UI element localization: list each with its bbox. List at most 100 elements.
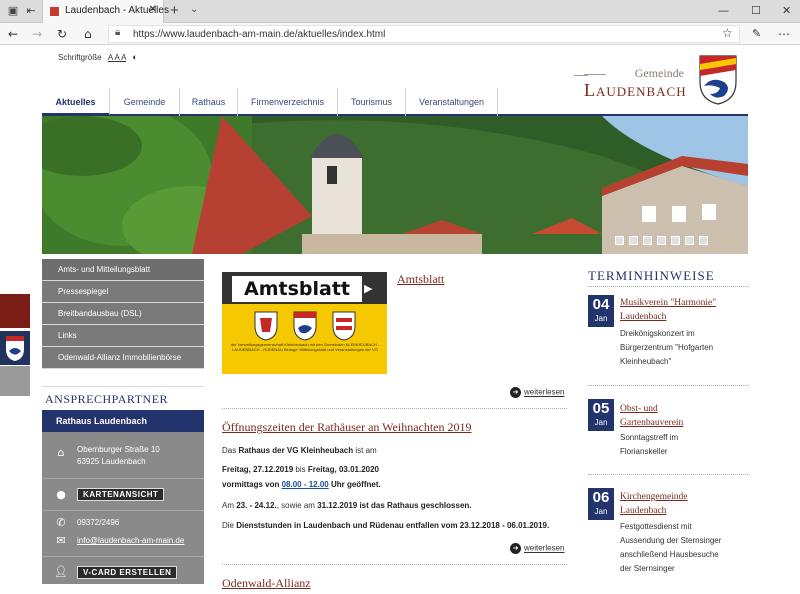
event-day: 06 bbox=[592, 489, 610, 506]
cover-subtitle: der Verwaltungsgemeinschaft Kleinheubach… bbox=[230, 342, 380, 352]
font-size-label: Schriftgröße bbox=[58, 53, 102, 62]
text: Freitag, 03.01.2020 bbox=[307, 465, 379, 474]
lock-icon: 🔒︎ bbox=[115, 27, 121, 38]
divider bbox=[42, 556, 204, 557]
slider-dot[interactable] bbox=[615, 236, 624, 245]
url-text: https://www.laudenbach-am-main.de/aktuel… bbox=[133, 29, 386, 40]
nav-rathaus[interactable]: Rathaus bbox=[180, 88, 238, 116]
location-pin-icon: ● bbox=[56, 488, 66, 501]
event-date: 04 Jan bbox=[588, 295, 614, 327]
phone-icon: ✆ bbox=[56, 516, 66, 529]
tab-list-chevron-icon[interactable]: ⌄ bbox=[190, 4, 198, 15]
minimize-icon[interactable]: — bbox=[718, 2, 729, 20]
cover-crests-icon bbox=[254, 311, 356, 341]
slider-dot[interactable] bbox=[643, 236, 652, 245]
event-title[interactable]: Kirchengemeinde bbox=[620, 490, 688, 504]
amtsblatt-cover-image[interactable]: Amtsblatt ▶ der Verwaltungsgemeinschaft … bbox=[222, 272, 387, 374]
forward-icon[interactable]: → bbox=[32, 26, 42, 42]
article-paragraph: Am 23. - 24.12., sowie am 31.12.2019 ist… bbox=[222, 501, 472, 510]
event-date: 06 Jan bbox=[588, 488, 614, 520]
nav-firmenverzeichnis[interactable]: Firmenverzeichnis bbox=[238, 88, 338, 116]
maximize-icon[interactable]: ☐ bbox=[751, 2, 761, 20]
event-desc: Kleinheubach" bbox=[620, 357, 672, 366]
arrow-right-icon: ➜ bbox=[510, 387, 521, 398]
event-title[interactable]: Musikverein "Harmonie" bbox=[620, 296, 716, 310]
person-icon: 👤︎ bbox=[54, 565, 68, 578]
divider bbox=[42, 478, 204, 479]
web-page: Schriftgröße A A A ◐ Gemeinde Laudenbach… bbox=[0, 46, 800, 594]
sidebar-item-immobilienboerse[interactable]: Odenwald-Allianz Immobilienbörse bbox=[42, 347, 204, 369]
divider bbox=[222, 564, 567, 565]
terminhinweise-heading-text: Terminhinweise bbox=[588, 268, 715, 283]
read-more-link[interactable]: ➜ weiterlesen bbox=[510, 387, 564, 398]
divider bbox=[588, 474, 748, 475]
nav-aktuelles[interactable]: Aktuelles bbox=[42, 88, 110, 116]
event-title[interactable]: Obst- und bbox=[620, 402, 658, 416]
url-field[interactable]: 🔒︎ https://www.laudenbach-am-main.de/akt… bbox=[108, 25, 740, 43]
article-amtsblatt-title[interactable]: Amtsblatt bbox=[397, 272, 444, 287]
set-aside-tabs-icon[interactable]: ⇤ bbox=[24, 4, 38, 18]
nav-gemeinde[interactable]: Gemeinde bbox=[110, 88, 180, 116]
event-title-line2[interactable]: Laudenbach bbox=[620, 310, 666, 324]
close-window-icon[interactable]: ✕ bbox=[782, 2, 791, 20]
contact-heading-text: Ansprechpartner bbox=[45, 392, 169, 406]
hours-link[interactable]: 08.00 - 12.00 bbox=[282, 480, 329, 489]
side-tab-crest[interactable] bbox=[0, 331, 30, 365]
browser-tab[interactable]: Laudenbach - Aktuelles ✕ bbox=[42, 0, 169, 23]
event-desc: Festgottesdienst mit bbox=[620, 522, 692, 531]
vcard-button[interactable]: V-CARD ERSTELLEN bbox=[77, 566, 178, 579]
divider bbox=[588, 385, 748, 386]
text: Die bbox=[222, 521, 237, 530]
article-odenwald-title[interactable]: Odenwald-Allianz bbox=[222, 576, 311, 591]
email-link[interactable]: info@laudenbach-am-main.de bbox=[77, 535, 184, 547]
slider-dot[interactable] bbox=[671, 236, 680, 245]
text: Dienststunden in Laudenbach und Rüdenau … bbox=[236, 521, 550, 530]
read-more-label: weiterlesen bbox=[524, 387, 565, 397]
contact-box: Rathaus Laudenbach ⌂ Obernburger Straße … bbox=[42, 410, 204, 584]
read-more-label: weiterlesen bbox=[524, 543, 565, 553]
cover-arrow-icon: ▶ bbox=[364, 282, 373, 295]
text: Rathaus der VG Kleinheubach bbox=[238, 446, 354, 455]
font-size-options[interactable]: A A A bbox=[108, 53, 126, 62]
nav-veranstaltungen[interactable]: Veranstaltungen bbox=[406, 88, 498, 116]
divider bbox=[42, 510, 204, 511]
side-crest-icon bbox=[6, 336, 24, 361]
home-icon[interactable]: ⌂ bbox=[84, 26, 92, 42]
slider-dot[interactable] bbox=[657, 236, 666, 245]
reading-view-icon[interactable]: ✎ bbox=[752, 26, 761, 42]
event-desc: Dreikönigskonzert im bbox=[620, 329, 695, 338]
event-month: Jan bbox=[594, 418, 608, 427]
event-month: Jan bbox=[594, 314, 608, 323]
read-more-link[interactable]: ➜ weiterlesen bbox=[510, 543, 564, 554]
event-title-line2[interactable]: Laudenbach bbox=[620, 504, 666, 518]
text: 23. - 24.12. bbox=[236, 501, 277, 510]
side-tab-red[interactable] bbox=[0, 294, 30, 328]
map-view-button[interactable]: KARTENANSICHT bbox=[77, 488, 165, 501]
nav-tourismus[interactable]: Tourismus bbox=[338, 88, 406, 116]
event-desc: der Sternsinger bbox=[620, 564, 675, 573]
slider-dot[interactable] bbox=[699, 236, 708, 245]
back-icon[interactable]: ← bbox=[8, 26, 18, 42]
logo-gemeinde-text[interactable]: Gemeinde bbox=[584, 66, 684, 81]
refresh-icon[interactable]: ↻ bbox=[57, 26, 67, 42]
new-tab-icon[interactable]: + bbox=[170, 2, 179, 20]
divider bbox=[588, 286, 748, 287]
terminhinweise-heading: Terminhinweise bbox=[588, 268, 715, 284]
tab-actions-icon[interactable]: ▣ bbox=[6, 4, 20, 18]
close-tab-icon[interactable]: ✕ bbox=[149, 4, 157, 15]
sidebar-item-pressespiegel[interactable]: Pressespiegel bbox=[42, 281, 204, 303]
article-weihnachten-title[interactable]: Öffnungszeiten der Rathäuser an Weihnach… bbox=[222, 420, 472, 435]
more-menu-icon[interactable]: ⋯ bbox=[778, 26, 790, 42]
sidebar-item-links[interactable]: Links bbox=[42, 325, 204, 347]
side-tab-gray[interactable] bbox=[0, 366, 30, 396]
sidebar-item-breitband[interactable]: Breitbandausbau (DSL) bbox=[42, 303, 204, 325]
slider-dot[interactable] bbox=[685, 236, 694, 245]
text: , sowie am bbox=[276, 501, 318, 510]
sidebar-item-amtsblatt[interactable]: Amts- und Mitteilungsblatt bbox=[42, 259, 204, 281]
favorite-star-icon[interactable]: ☆ bbox=[722, 26, 733, 40]
phone-number[interactable]: 09372/2496 bbox=[77, 517, 119, 529]
contrast-icon[interactable]: ◐ bbox=[132, 52, 137, 62]
address-city: 63925 Laudenbach bbox=[77, 457, 146, 466]
slider-dot[interactable] bbox=[629, 236, 638, 245]
event-title-line2[interactable]: Gartenbauverein bbox=[620, 416, 683, 430]
